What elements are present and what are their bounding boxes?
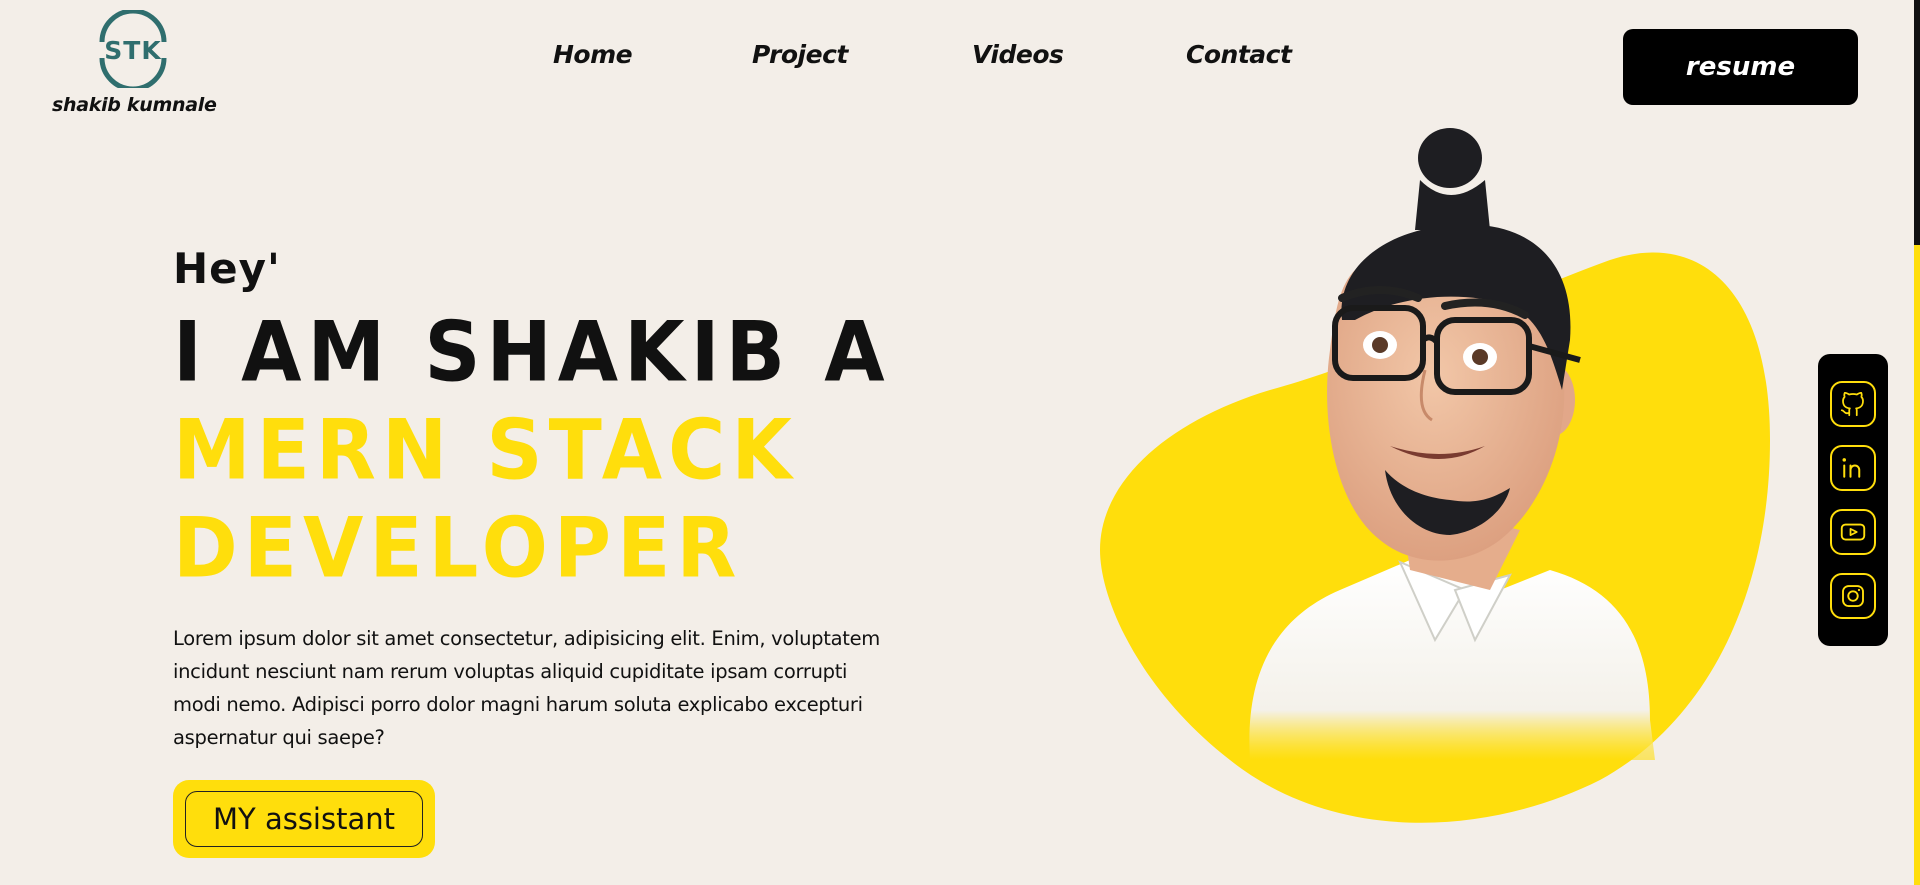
scrollbar-thumb[interactable] (1914, 0, 1920, 245)
site-logo[interactable]: STK shakib kumnale (52, 8, 217, 116)
nav-contact[interactable]: Contact (1186, 40, 1292, 69)
instagram-icon (1842, 585, 1864, 607)
hero-description: Lorem ipsum dolor sit amet consectetur, … (173, 627, 880, 749)
scrollbar-accent (1914, 245, 1920, 885)
youtube-icon (1840, 523, 1866, 541)
brand-name: shakib kumnale (52, 94, 217, 116)
avatar-illustration (1100, 128, 1770, 823)
logo-emblem: STK (99, 10, 167, 88)
linkedin-icon (1842, 458, 1861, 478)
github-icon (1840, 391, 1864, 417)
assistant-button-frame: MY assistant (173, 780, 435, 858)
hero-headline-line1: I AM SHAKIB A (173, 305, 891, 401)
nav-project[interactable]: Project (752, 40, 848, 69)
page-scrollbar[interactable] (1914, 0, 1920, 885)
resume-button[interactable]: resume (1623, 29, 1858, 105)
linkedin-link[interactable] (1830, 445, 1876, 491)
logo-text: STK (104, 36, 162, 65)
instagram-link[interactable] (1830, 573, 1876, 619)
github-link[interactable] (1830, 381, 1876, 427)
my-assistant-button[interactable]: MY assistant (185, 791, 423, 847)
youtube-link[interactable] (1830, 509, 1876, 555)
hero-greeting: Hey' (173, 244, 281, 293)
hero-headline-line2: MERN STACK (173, 403, 798, 499)
hero-headline-line3: DEVELOPER (173, 501, 743, 597)
nav-home[interactable]: Home (553, 40, 633, 69)
social-links-bar (1818, 354, 1888, 646)
nav-videos[interactable]: Videos (972, 40, 1064, 69)
